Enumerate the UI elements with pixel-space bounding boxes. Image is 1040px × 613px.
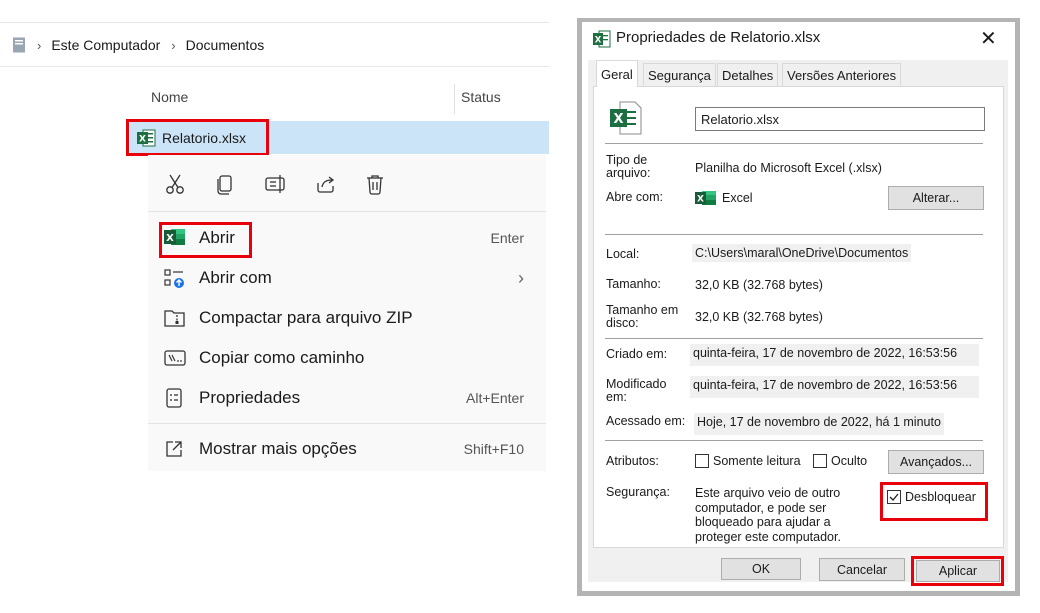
separator [605, 143, 983, 144]
cut-icon[interactable] [165, 170, 215, 198]
size-value: 32,0 KB (32.768 bytes) [695, 278, 823, 292]
menu-item-properties[interactable]: Propriedades Alt+Enter [148, 378, 546, 418]
menu-item-label: Compactar para arquivo ZIP [199, 308, 413, 327]
highlight-apply [911, 556, 1004, 586]
column-header-name[interactable]: Nome [151, 89, 188, 105]
rename-icon[interactable] [265, 170, 315, 198]
menu-item-label: Propriedades [199, 388, 301, 407]
change-button[interactable]: Alterar... [888, 186, 984, 210]
svg-text:X: X [595, 35, 602, 45]
highlight-unblock [880, 482, 988, 521]
cancel-button[interactable]: Cancelar [819, 558, 905, 581]
column-divider[interactable] [454, 84, 455, 114]
disk-size-value: 32,0 KB (32.768 bytes) [695, 310, 823, 324]
tab-security[interactable]: Segurança [643, 63, 716, 86]
file-name-field[interactable]: Relatorio.xlsx [695, 107, 985, 131]
chevron-right-icon: › [171, 37, 176, 53]
computer-icon [12, 37, 26, 53]
separator [605, 440, 983, 441]
svg-text:X: X [613, 112, 623, 127]
modified-label: Modificado em: [606, 377, 667, 404]
excel-icon: X [695, 190, 717, 206]
opens-with-value: Excel [722, 191, 753, 205]
created-label: Criado em: [606, 347, 668, 361]
ok-button[interactable]: OK [721, 558, 801, 580]
tab-general[interactable]: Geral [596, 60, 638, 87]
zip-icon [164, 308, 185, 328]
chevron-right-icon: › [37, 37, 42, 53]
modified-value[interactable]: quinta-feira, 17 de novembro de 2022, 16… [690, 376, 979, 398]
excel-file-large-icon: X [610, 101, 642, 135]
menu-item-copy-path[interactable]: Copiar como caminho [148, 338, 546, 378]
security-label: Segurança: [606, 485, 670, 499]
separator [605, 234, 983, 235]
share-icon[interactable] [315, 170, 365, 198]
delete-icon[interactable] [365, 170, 415, 198]
svg-text:X: X [697, 195, 704, 205]
excel-file-icon: X [593, 30, 611, 48]
menu-item-label: Abrir com [199, 268, 272, 287]
location-value[interactable]: C:\Users\maral\OneDrive\Documentos [692, 244, 912, 262]
breadcrumb-documents[interactable]: Documentos [186, 37, 265, 53]
menu-item-label: Mostrar mais opções [199, 439, 357, 458]
created-value[interactable]: quinta-feira, 17 de novembro de 2022, 16… [690, 344, 979, 366]
opens-with-label: Abre com: [606, 190, 663, 204]
dialog-title: Propriedades de Relatorio.xlsx [616, 29, 821, 46]
open-with-icon [164, 268, 184, 288]
close-icon[interactable]: ✕ [980, 26, 997, 51]
address-bar-top-border [0, 22, 549, 23]
menu-separator [148, 423, 546, 424]
menu-item-shortcut: Shift+F10 [463, 441, 524, 457]
security-text: Este arquivo veio de outro computador, e… [695, 486, 841, 544]
menu-item-shortcut: Alt+Enter [466, 390, 524, 406]
type-label: Tipo de arquivo: [606, 153, 651, 180]
disk-size-label: Tamanho em disco: [606, 303, 679, 330]
accessed-label: Acessado em: [606, 414, 686, 428]
menu-item-shortcut: Enter [490, 230, 524, 246]
hidden-label: Oculto [831, 454, 868, 468]
checkbox-box[interactable] [813, 454, 827, 468]
accessed-value[interactable]: Hoje, 17 de novembro de 2022, há 1 minut… [694, 413, 944, 435]
checkbox-box[interactable] [695, 454, 709, 468]
highlight-open [159, 222, 252, 258]
size-label: Tamanho: [606, 277, 661, 291]
breadcrumb-computer[interactable]: Este Computador [51, 37, 160, 53]
more-options-icon [164, 439, 184, 459]
highlight-file [126, 119, 269, 156]
menu-item-more-options[interactable]: Mostrar mais opções Shift+F10 [148, 429, 546, 469]
breadcrumb: › Este Computador › Documentos [12, 34, 264, 56]
copy-icon[interactable] [215, 170, 265, 198]
copy-path-icon [164, 348, 186, 368]
menu-item-label: Copiar como caminho [199, 348, 365, 367]
column-header-status[interactable]: Status [461, 89, 501, 105]
readonly-label: Somente leitura [713, 454, 801, 468]
separator [605, 338, 983, 339]
quick-action-bar [165, 170, 415, 198]
type-value: Planilha do Microsoft Excel (.xlsx) [695, 161, 882, 175]
advanced-button[interactable]: Avançados... [888, 450, 984, 474]
address-bar-bottom-border [0, 66, 549, 67]
chevron-right-icon: › [518, 267, 524, 288]
attributes-label: Atributos: [606, 454, 659, 468]
properties-icon [164, 388, 184, 408]
hidden-checkbox[interactable]: Oculto [813, 454, 867, 468]
tab-details[interactable]: Detalhes [717, 63, 779, 86]
menu-separator [148, 211, 546, 212]
tab-previous-versions[interactable]: Versões Anteriores [782, 63, 902, 86]
location-label: Local: [606, 247, 640, 261]
menu-item-compress-zip[interactable]: Compactar para arquivo ZIP [148, 298, 546, 338]
menu-item-open-with[interactable]: Abrir com › [148, 258, 546, 298]
readonly-checkbox[interactable]: Somente leitura [695, 454, 801, 468]
